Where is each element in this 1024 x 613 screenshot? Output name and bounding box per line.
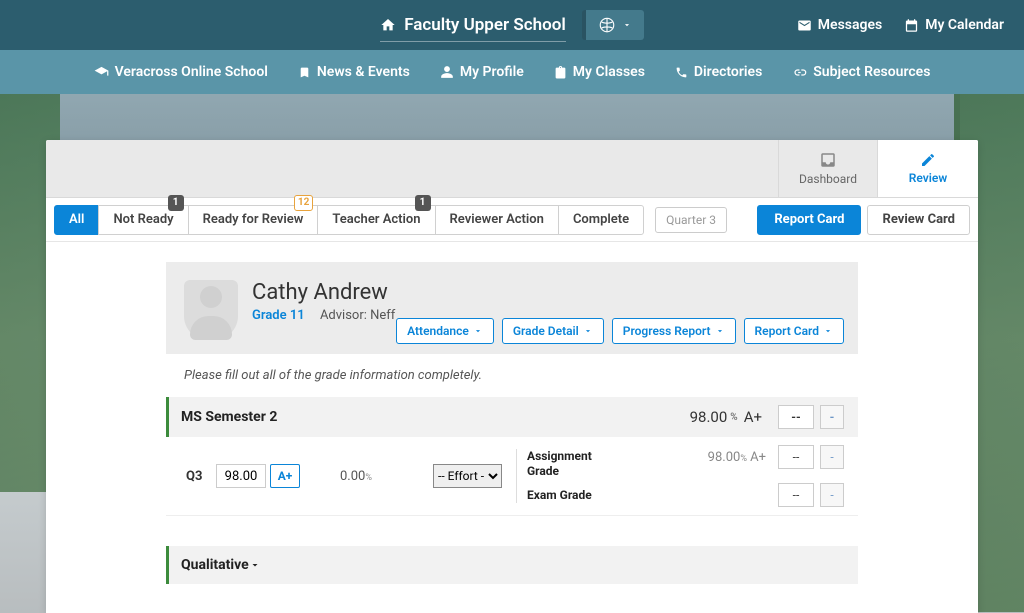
school-logo-icon (598, 16, 616, 34)
ready-badge: 12 (294, 195, 313, 211)
nav-school-label: Veracross Online School (115, 64, 268, 80)
home-icon (380, 17, 396, 33)
phone-icon (675, 66, 688, 79)
assignment-grade-value: 98.00% A+ (686, 450, 766, 465)
progress-report-button[interactable]: Progress Report (612, 318, 736, 344)
exam-grade-label: Exam Grade (527, 488, 617, 502)
main-card: Dashboard Review All Not Ready 1 Ready f… (46, 140, 978, 613)
quarter-selector[interactable]: Quarter 3 (655, 207, 727, 233)
review-card-button[interactable]: Review Card (867, 205, 970, 235)
semester-grade-select[interactable]: -- (778, 405, 814, 429)
report-card-dropdown[interactable]: Report Card (744, 318, 845, 344)
effort-select[interactable]: -- Effort - (433, 464, 502, 488)
calendar-icon (904, 18, 919, 33)
messages-label: Messages (818, 17, 882, 33)
chevron-down-icon (583, 326, 593, 336)
quarter-row: Q3 A+ 0.00% -- Effort - Assignment Grade (166, 437, 858, 516)
nav-directories[interactable]: Directories (675, 64, 762, 80)
chevron-down-icon (622, 20, 632, 30)
quarter-zero: 0.00% (340, 469, 420, 484)
exam-grade-value (686, 488, 766, 503)
nav-school[interactable]: Veracross Online School (94, 64, 268, 80)
report-card-button[interactable]: Report Card (757, 205, 861, 235)
calendar-label: My Calendar (925, 17, 1004, 33)
nav-news-label: News & Events (317, 64, 410, 80)
nav-classes-label: My Classes (573, 64, 645, 80)
instruction-text: Please fill out all of the grade informa… (166, 354, 858, 397)
bookmark-icon (298, 66, 311, 79)
school-switcher[interactable] (582, 10, 644, 40)
filter-all[interactable]: All (54, 205, 99, 235)
attendance-button[interactable]: Attendance (396, 318, 494, 344)
avatar (184, 280, 238, 340)
portal-title[interactable]: Faculty Upper School (380, 9, 566, 42)
quarter-grade-input[interactable] (216, 464, 266, 488)
inbox-icon (819, 151, 837, 169)
tab-dashboard-label: Dashboard (799, 172, 857, 186)
nav-classes[interactable]: My Classes (554, 64, 645, 80)
tab-review[interactable]: Review (878, 140, 978, 197)
qualitative-title: Qualitative (181, 557, 249, 573)
assignment-grade-select[interactable]: -- (778, 445, 814, 469)
exam-grade-dropdown[interactable]: - (820, 483, 844, 507)
filter-complete[interactable]: Complete (558, 205, 644, 235)
not-ready-badge: 1 (168, 195, 184, 211)
chevron-down-icon (473, 326, 483, 336)
quarter-label: Q3 (186, 469, 216, 484)
grade-detail-button[interactable]: Grade Detail (502, 318, 604, 344)
filter-teacher-action[interactable]: Teacher Action 1 (317, 205, 435, 235)
filter-not-ready[interactable]: Not Ready 1 (98, 205, 188, 235)
semester-grade-dropdown[interactable]: - (820, 405, 844, 429)
nav-news[interactable]: News & Events (298, 64, 410, 80)
exam-grade-select[interactable]: -- (778, 483, 814, 507)
qualitative-header[interactable]: Qualitative (166, 546, 858, 584)
chevron-down-icon (715, 326, 725, 336)
student-header: Cathy Andrew Grade 11 Advisor: Neff Atte… (166, 262, 858, 354)
graduation-icon (94, 65, 109, 80)
nav-bar: Veracross Online School News & Events My… (0, 50, 1024, 94)
top-bar: Faculty Upper School Messages My Calenda… (0, 0, 1024, 50)
nav-resources[interactable]: Subject Resources (792, 64, 930, 80)
tab-dashboard[interactable]: Dashboard (778, 140, 878, 197)
mail-icon (797, 18, 812, 33)
filter-row: All Not Ready 1 Ready for Review 12 Teac… (46, 198, 978, 242)
student-grade-level[interactable]: Grade 11 (252, 308, 305, 323)
nav-profile[interactable]: My Profile (440, 64, 524, 80)
user-icon (440, 65, 454, 79)
semester-letter: A+ (744, 408, 762, 426)
quarter-letter[interactable]: A+ (270, 464, 300, 488)
assignment-grade-dropdown[interactable]: - (820, 445, 844, 469)
pencil-icon (920, 152, 936, 168)
clipboard-icon (554, 66, 567, 79)
semester-grade-value: 98.00 (690, 408, 728, 426)
student-advisor: Advisor: Neff (320, 308, 395, 323)
calendar-link[interactable]: My Calendar (904, 17, 1004, 33)
filter-ready-for-review[interactable]: Ready for Review 12 (188, 205, 319, 235)
semester-section: MS Semester 2 98.00 % A+ -- - Q3 A+ 0.00… (166, 397, 858, 516)
nav-profile-label: My Profile (460, 64, 524, 80)
semester-pct: % (730, 412, 737, 423)
student-block: Cathy Andrew Grade 11 Advisor: Neff Atte… (166, 262, 858, 584)
assignment-grade-label: Assignment Grade (527, 449, 617, 478)
portal-title-text: Faculty Upper School (404, 15, 566, 35)
nav-directories-label: Directories (694, 64, 762, 80)
sub-grades-column: Assignment Grade Exam Grade (516, 449, 686, 502)
card-tabs: Dashboard Review (46, 140, 978, 198)
content-area: Cathy Andrew Grade 11 Advisor: Neff Atte… (46, 242, 978, 613)
teacher-badge: 1 (415, 195, 431, 211)
nav-resources-label: Subject Resources (813, 64, 930, 80)
link-icon (792, 65, 807, 80)
messages-link[interactable]: Messages (797, 17, 882, 33)
semester-header: MS Semester 2 98.00 % A+ -- - (166, 397, 858, 437)
caret-down-icon (249, 559, 261, 571)
filter-reviewer-action[interactable]: Reviewer Action (435, 205, 559, 235)
chevron-down-icon (823, 326, 833, 336)
tab-review-label: Review (909, 171, 947, 185)
student-name: Cathy Andrew (252, 280, 395, 305)
semester-title: MS Semester 2 (181, 409, 277, 425)
